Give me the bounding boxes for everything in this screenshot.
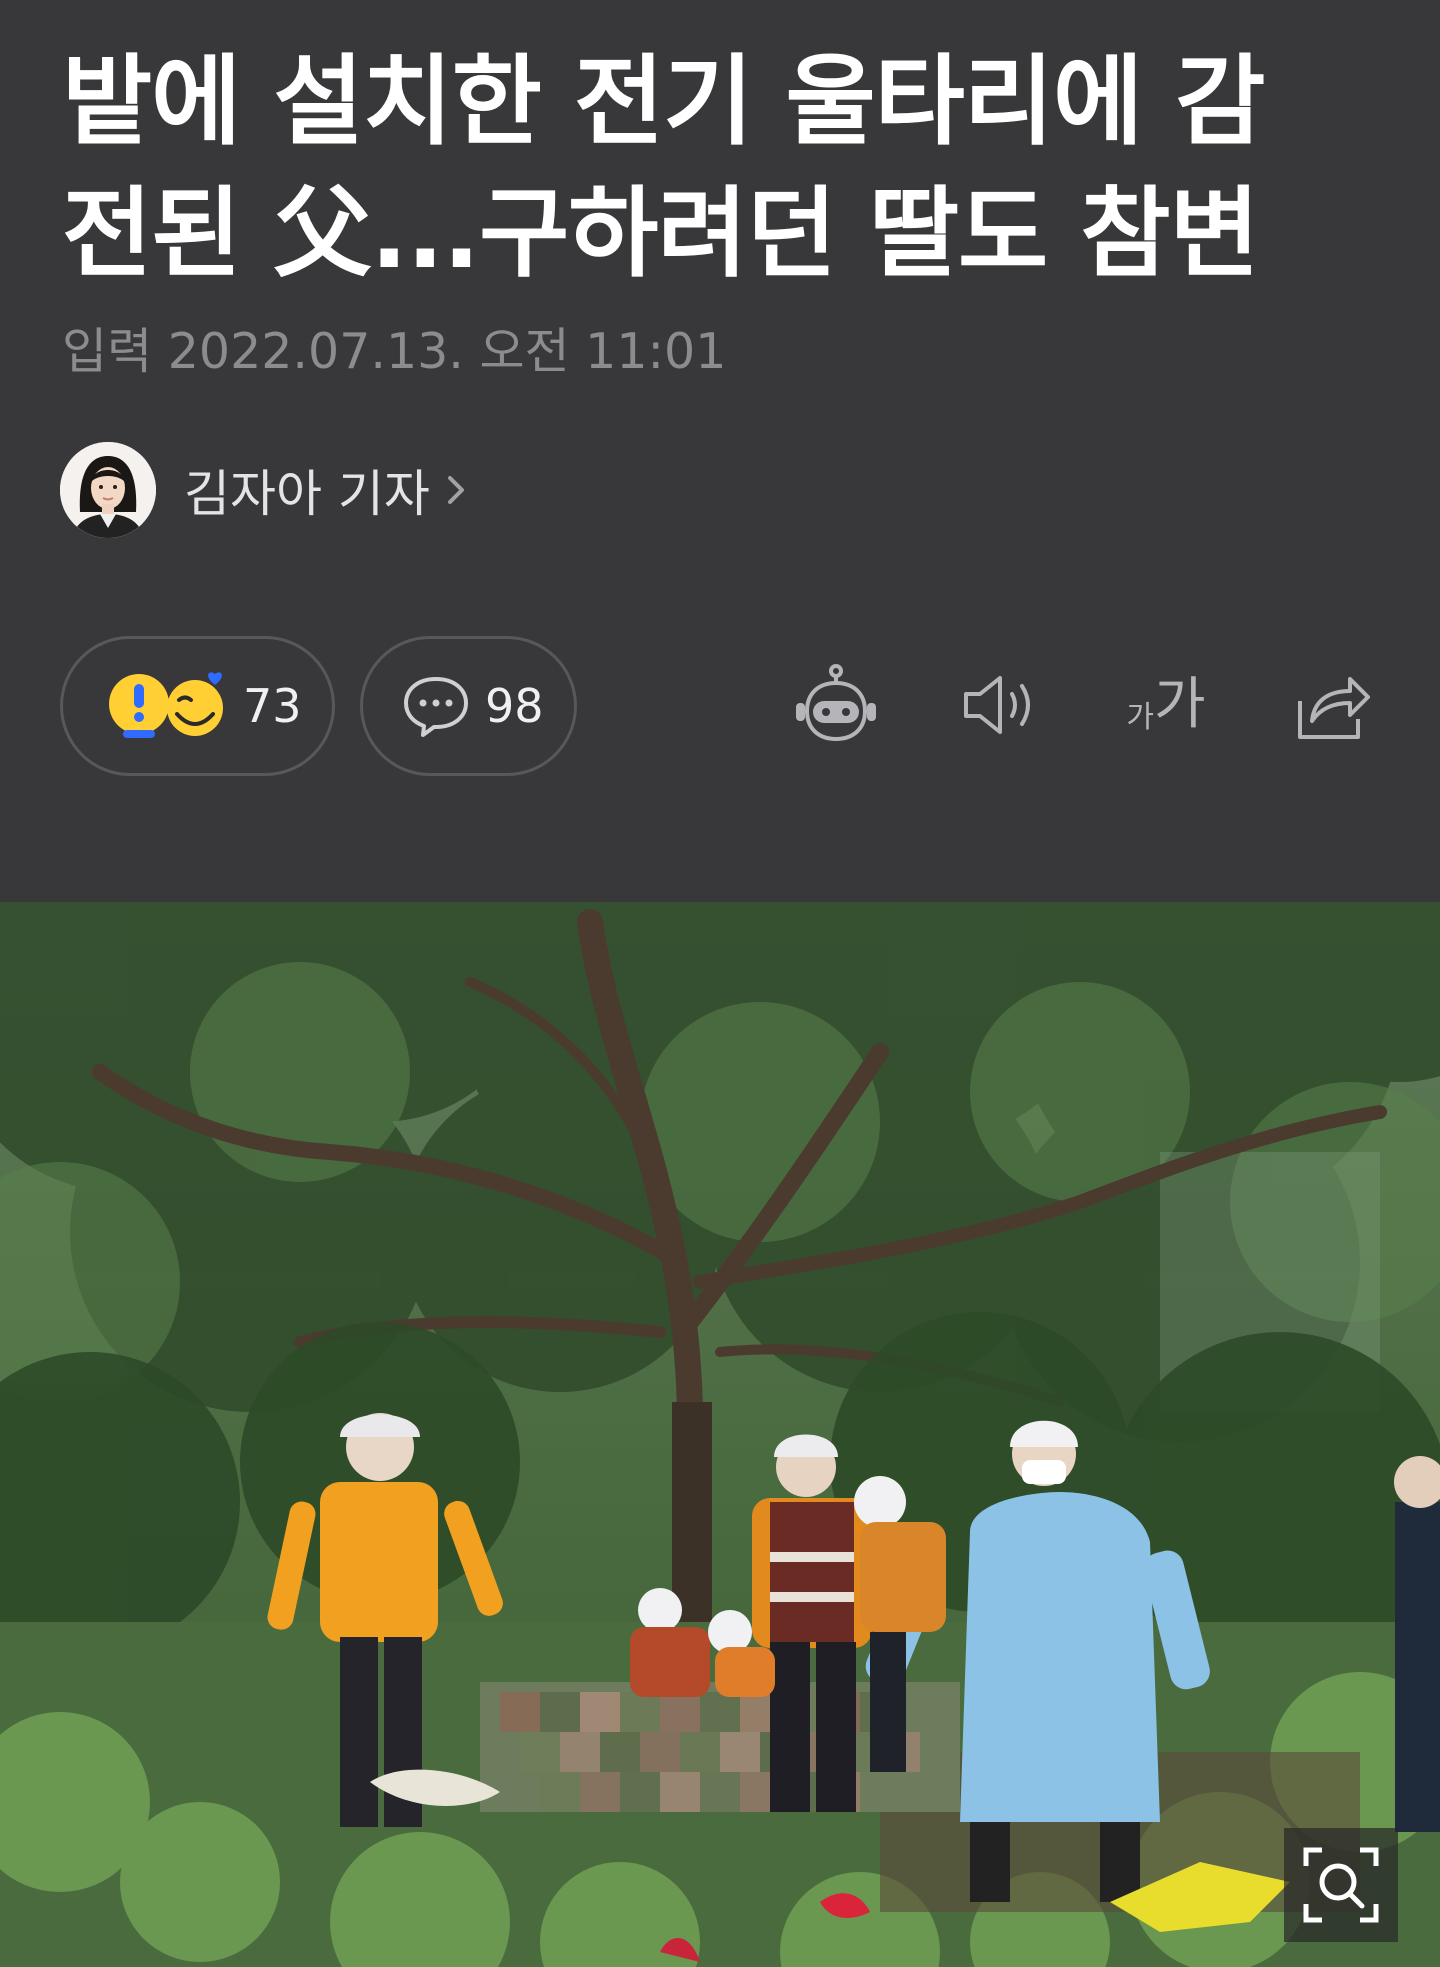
font-size-small: 가 [1126, 700, 1155, 735]
speaker-icon [964, 676, 1030, 734]
robot-summary-icon [796, 664, 876, 742]
zoom-button[interactable] [1284, 1828, 1398, 1942]
summary-bot-button[interactable] [786, 650, 886, 760]
font-size-large: 가 [1154, 672, 1206, 737]
title-line-1: 밭에 설치한 전기 울타리에 감 [62, 45, 1265, 159]
comment-count: 98 [485, 679, 544, 733]
publish-date: 입력 2022.07.13. 오전 11:01 [62, 323, 727, 380]
reaction-button[interactable]: 73 [60, 636, 335, 776]
author-link[interactable]: 김자아 기자 [60, 440, 470, 540]
font-size-icon: 가 가 [1126, 675, 1205, 735]
article-photo[interactable] [0, 902, 1440, 1967]
surprise-emoji-icon [109, 674, 169, 738]
rescue-scene-image [0, 902, 1440, 1967]
article-title: 밭에 설치한 전기 울타리에 감 전된 父...구하려던 딸도 참변 [62, 36, 1392, 300]
chevron-right-icon [447, 476, 464, 504]
tts-button[interactable] [950, 650, 1050, 760]
share-button[interactable] [1282, 650, 1382, 760]
speech-bubble-icon [404, 677, 468, 737]
author-name: 김자아 기자 [184, 465, 430, 523]
share-icon [1298, 677, 1370, 739]
title-line-2: 전된 父...구하려던 딸도 참변 [62, 177, 1260, 291]
avatar [60, 442, 156, 538]
zoom-search-icon [1303, 1847, 1379, 1923]
article-header: 밭에 설치한 전기 울타리에 감 전된 父...구하려던 딸도 참변 입력 20… [0, 0, 1440, 902]
reaction-count: 73 [243, 679, 302, 733]
comment-button[interactable]: 98 [360, 636, 577, 776]
font-size-button[interactable]: 가 가 [1112, 650, 1220, 760]
heart-smile-emoji-icon [167, 672, 223, 736]
